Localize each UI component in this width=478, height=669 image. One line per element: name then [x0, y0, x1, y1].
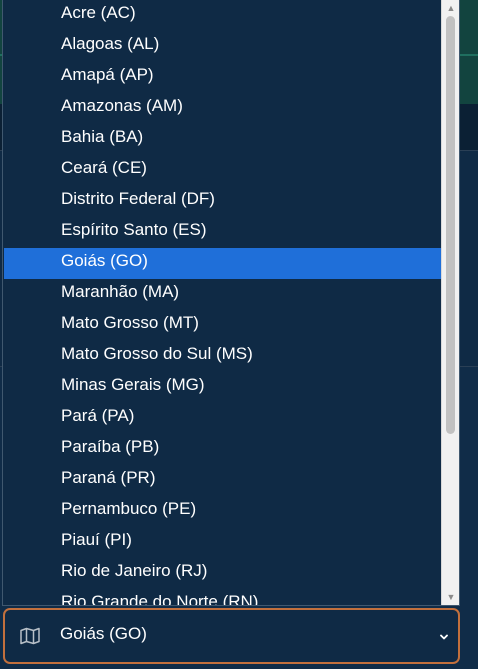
- dropdown-scrollbar[interactable]: ▲ ▼: [441, 0, 459, 605]
- scrollbar-thumb[interactable]: [446, 16, 455, 434]
- state-dropdown-list[interactable]: Acre (AC) Alagoas (AL) Amapá (AP) Amazonas …: [2, 0, 460, 606]
- dropdown-option[interactable]: Ceará (CE): [4, 155, 441, 186]
- dropdown-option[interactable]: Rio Grande do Norte (RN): [4, 589, 441, 605]
- dropdown-option[interactable]: Minas Gerais (MG): [4, 372, 441, 403]
- scroll-up-arrow-icon[interactable]: ▲: [444, 2, 458, 14]
- dropdown-option[interactable]: Espírito Santo (ES): [4, 217, 441, 248]
- dropdown-option[interactable]: Bahia (BA): [4, 124, 441, 155]
- state-select[interactable]: Goiás (GO): [3, 608, 460, 664]
- dropdown-option[interactable]: Pernambuco (PE): [4, 496, 441, 527]
- dropdown-option[interactable]: Alagoas (AL): [4, 31, 441, 62]
- dropdown-option[interactable]: Maranhão (MA): [4, 279, 441, 310]
- dropdown-option[interactable]: Rio de Janeiro (RJ): [4, 558, 441, 589]
- dropdown-option[interactable]: Distrito Federal (DF): [4, 186, 441, 217]
- chevron-down-icon[interactable]: [438, 630, 450, 642]
- dropdown-option[interactable]: Goiás (GO): [4, 248, 441, 279]
- dropdown-option[interactable]: Acre (AC): [4, 0, 441, 31]
- dropdown-option[interactable]: Mato Grosso do Sul (MS): [4, 341, 441, 372]
- dropdown-option[interactable]: Mato Grosso (MT): [4, 310, 441, 341]
- map-icon: [20, 627, 40, 645]
- state-options: Acre (AC) Alagoas (AL) Amapá (AP) Amazonas …: [4, 0, 441, 605]
- dropdown-option[interactable]: Amapá (AP): [4, 62, 441, 93]
- dropdown-option[interactable]: Piauí (PI): [4, 527, 441, 558]
- dropdown-option[interactable]: Paraná (PR): [4, 465, 441, 496]
- selected-state-value: Goiás (GO): [60, 624, 147, 643]
- scroll-down-arrow-icon[interactable]: ▼: [444, 591, 458, 603]
- dropdown-option[interactable]: Pará (PA): [4, 403, 441, 434]
- dropdown-option[interactable]: Amazonas (AM): [4, 93, 441, 124]
- dropdown-option[interactable]: Paraíba (PB): [4, 434, 441, 465]
